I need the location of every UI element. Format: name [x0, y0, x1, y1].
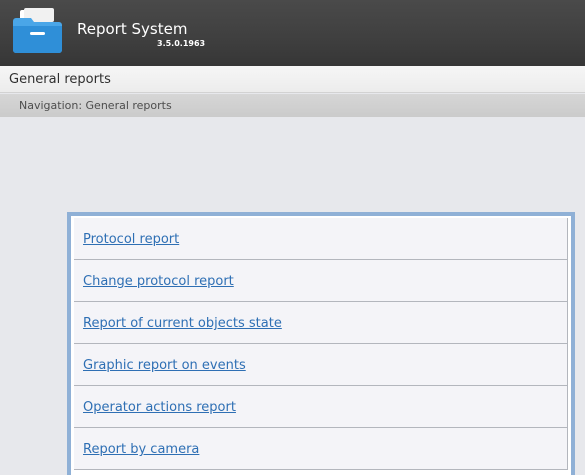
app-version: 3.5.0.1963 — [157, 39, 206, 48]
report-item: Operator actions report — [74, 386, 568, 428]
breadcrumb: Navigation: General reports — [0, 94, 585, 117]
change-protocol-report-link[interactable]: Change protocol report — [83, 274, 234, 289]
page-title: General reports — [9, 72, 111, 87]
report-by-camera-link[interactable]: Report by camera — [83, 442, 199, 457]
report-item: Graphic report on events — [74, 344, 568, 386]
report-item: Report by camera — [74, 428, 568, 470]
report-item: Report of current objects state — [74, 302, 568, 344]
graphic-report-link[interactable]: Graphic report on events — [83, 358, 246, 373]
app-header: Report System 3.5.0.1963 — [0, 0, 585, 66]
protocol-report-link[interactable]: Protocol report — [83, 232, 179, 247]
report-list-panel: Protocol report Change protocol report R… — [67, 212, 575, 475]
operator-actions-report-link[interactable]: Operator actions report — [83, 400, 236, 415]
folder-icon — [13, 8, 62, 53]
page-title-bar: General reports — [0, 66, 585, 93]
breadcrumb-text: Navigation: General reports — [19, 99, 172, 112]
app-title: Report System — [77, 20, 188, 38]
current-objects-state-report-link[interactable]: Report of current objects state — [83, 316, 282, 331]
report-item: Protocol report — [74, 218, 568, 260]
report-list: Protocol report Change protocol report R… — [74, 218, 568, 470]
report-item: Change protocol report — [74, 260, 568, 302]
